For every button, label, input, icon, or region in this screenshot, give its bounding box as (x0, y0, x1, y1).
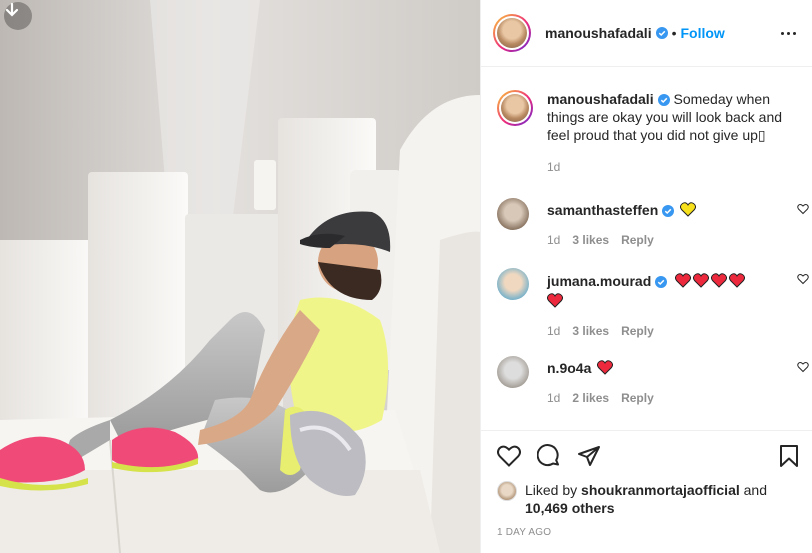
liked-by-prefix: Liked by (525, 482, 578, 498)
action-bar (481, 431, 812, 481)
yellow-heart-icon (680, 202, 697, 217)
red-heart-icon (597, 360, 614, 375)
comments-list[interactable]: manoushafadali Someday when things are o… (481, 68, 812, 428)
comment-row: n.9o4a 1d 2 likes Reply (497, 356, 809, 407)
ellipsis-icon[interactable] (776, 21, 800, 45)
heart-outline-icon[interactable] (797, 273, 809, 285)
post-side-panel: manoushafadali • Follow manoushafadali S… (480, 0, 812, 553)
comment-username[interactable]: n.9o4a (547, 360, 591, 376)
comment-age: 1d (547, 391, 561, 405)
download-button[interactable] (4, 2, 32, 30)
red-heart-icon (547, 293, 563, 308)
post-photo[interactable] (0, 0, 480, 553)
author-avatar[interactable] (493, 14, 531, 52)
instagram-post: manoushafadali • Follow manoushafadali S… (0, 0, 812, 553)
post-header: manoushafadali • Follow (481, 0, 812, 67)
comment-avatar[interactable] (497, 356, 529, 388)
caption-username[interactable]: manoushafadali (547, 91, 654, 107)
caption: manoushafadali Someday when things are o… (497, 90, 797, 176)
comment-row: samanthasteffen 1d 3 likes Reply (497, 198, 809, 249)
heart-outline-icon[interactable] (797, 361, 809, 373)
liker-avatar[interactable] (497, 481, 517, 501)
liked-by-user[interactable]: shoukranmortajaofficial (581, 482, 740, 498)
reply-button[interactable]: Reply (621, 231, 654, 249)
caption-age: 1d (547, 160, 561, 174)
paper-plane-icon[interactable] (577, 444, 601, 468)
red-heart-icon (711, 273, 728, 288)
verified-badge-icon (655, 276, 668, 288)
post-actions-section: Liked by shoukranmortajaofficial and 10,… (481, 430, 812, 538)
liked-by: Liked by shoukranmortajaofficial and 10,… (481, 481, 812, 517)
heart-outline-icon[interactable] (497, 445, 521, 467)
comment-avatar[interactable] (497, 198, 529, 230)
comment-likes[interactable]: 3 likes (572, 321, 609, 341)
heart-outline-icon[interactable] (797, 203, 809, 215)
photo-illustration (0, 0, 480, 553)
comment-row: jumana.mourad 1d 3 likes Reply (497, 268, 809, 341)
verified-badge-icon (662, 205, 675, 217)
reply-button[interactable]: Reply (621, 321, 654, 341)
red-heart-icon (729, 273, 746, 288)
bookmark-icon[interactable] (778, 444, 800, 468)
comment-avatar[interactable] (497, 268, 529, 300)
comment-likes[interactable]: 2 likes (572, 389, 609, 407)
liked-by-others[interactable]: 10,469 others (525, 500, 615, 516)
red-heart-icon (675, 273, 692, 288)
arrow-down-icon (5, 2, 19, 17)
verified-badge-icon (655, 27, 668, 39)
post-timestamp[interactable]: 1 DAY AGO (481, 527, 812, 538)
caption-avatar[interactable] (497, 90, 533, 126)
reply-button[interactable]: Reply (621, 389, 654, 407)
comment-age: 1d (547, 324, 561, 338)
comment-bubble-icon[interactable] (537, 444, 561, 468)
verified-badge-icon (657, 94, 670, 106)
liked-by-and: and (743, 482, 767, 498)
comment-age: 1d (547, 233, 561, 247)
comment-likes[interactable]: 3 likes (572, 231, 609, 249)
follow-separator: • (671, 25, 677, 41)
follow-button[interactable]: Follow (681, 25, 725, 41)
author-username[interactable]: manoushafadali (545, 25, 652, 41)
red-heart-icon (693, 273, 710, 288)
comment-username[interactable]: samanthasteffen (547, 202, 658, 218)
comment-username[interactable]: jumana.mourad (547, 273, 651, 289)
